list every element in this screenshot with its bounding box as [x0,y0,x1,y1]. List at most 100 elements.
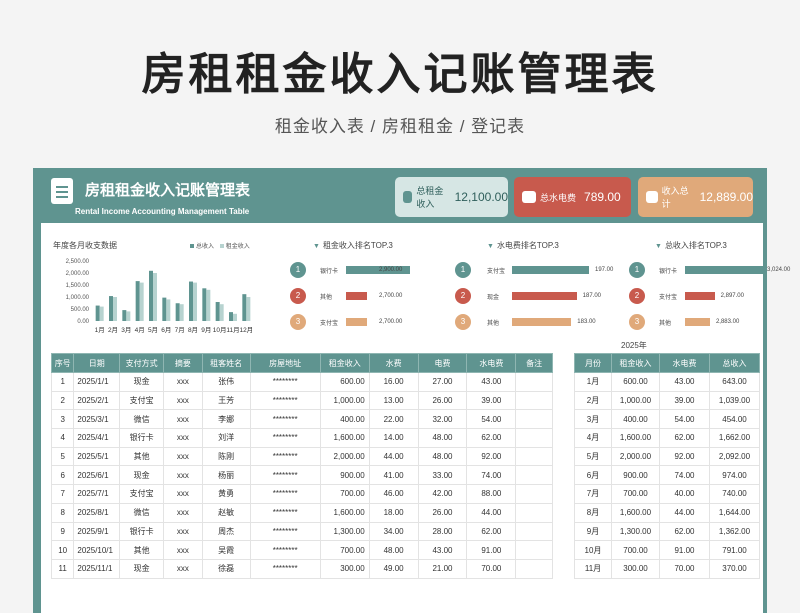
table-cell: 62.00 [659,428,710,448]
table-cell: 1,000.00 [319,390,370,411]
rank-value: 197.00 [595,267,614,273]
table-cell: 2,092.00 [709,446,760,467]
table-cell [515,502,553,523]
table-cell: 4 [50,428,75,448]
table-cell: 8 [50,502,75,523]
rank-label: 银行卡 [320,269,339,275]
table-cell: 7月 [574,484,612,504]
rank-value: 2,883.00 [715,319,740,325]
rank-bar [685,318,710,326]
table-cell: 41.00 [368,465,419,486]
column-header: 序号 [50,353,75,373]
x-tick-label: 4月 [135,326,145,334]
table-cell: 48.00 [417,446,468,467]
table-row: 9 2025/9/1 银行卡 xxx 周杰 ******** 1,300.00 34.00 28… [50,521,553,542]
table-cell: 支付宝 [119,484,164,504]
table-cell: 11月 [574,558,612,579]
table-cell: 5 [50,446,75,467]
table-cell: 600.00 [319,372,370,392]
table-cell: 1,000.00 [611,390,660,411]
table-cell: ******** [249,540,321,560]
table-cell: 32.00 [417,409,468,430]
table-cell: xxx [162,409,203,430]
rank-bar [685,292,715,300]
table-cell: xxx [162,540,203,560]
table-cell: 李娜 [201,409,251,430]
table-cell [515,465,553,486]
x-tick-label: 1月 [95,326,105,334]
column-header: 租金收入 [611,353,660,373]
table-cell [515,558,553,579]
legend-label: 租金收入 [225,244,250,250]
y-tick-label: 1,500.00 [66,283,90,289]
table-cell: 74.00 [659,465,710,486]
card-label: 总水电费 [540,192,577,203]
table-cell: 27.00 [417,372,468,392]
table-cell: 6 [50,465,75,486]
table-cell: 10 [50,540,75,560]
legend-swatch [219,243,224,248]
ledger-sheet: 房租租金收入记账管理表 Rental Income Accounting Man… [33,168,790,613]
table-cell: xxx [162,446,203,467]
table-cell: 700.00 [611,484,660,504]
table-cell: 39.00 [466,390,517,411]
table-cell: 2025/8/1 [73,502,121,523]
table-cell: 2,000.00 [319,446,370,467]
table-cell: 88.00 [466,484,517,504]
rank-label: 现金 [487,295,500,301]
summary-row: 7月 700.00 40.00 740.00 [574,484,760,504]
column-header: 月份 [574,353,612,373]
rank-bar [512,318,572,326]
table-cell: 3月 [574,409,612,430]
card-value: 12,889.00 [699,190,753,204]
table-cell: 1,662.00 [709,428,760,448]
table-cell: 13.00 [368,390,419,411]
table-cell: 张伟 [201,372,251,392]
bar [233,313,237,321]
bar [229,312,233,321]
column-header: 摘要 [162,353,203,373]
column-header: 日期 [73,353,121,373]
x-tick-label: 12月 [239,326,253,334]
table-cell: xxx [162,428,203,448]
summary-row: 11月 300.00 70.00 370.00 [574,558,760,579]
table-cell: 1,300.00 [319,521,370,542]
table-cell: 22.00 [368,409,419,430]
table-cell: 42.00 [417,484,468,504]
table-cell: 2025/11/1 [73,558,121,579]
table-cell [515,521,553,542]
column-header: 租金收入 [319,353,370,373]
table-cell: 1,600.00 [611,428,660,448]
table-cell: 陈刚 [201,446,251,467]
table-cell [515,372,553,392]
chart-title: 年度各月收支数据 [53,241,117,250]
table-cell: 54.00 [659,409,710,430]
rank-badge: 3 [290,314,306,330]
table-cell: 16.00 [368,372,419,392]
table-cell: 1,039.00 [709,390,760,411]
table-cell: 王芳 [201,390,251,411]
column-header: 租客姓名 [201,353,251,373]
table-cell: 徐磊 [201,558,251,579]
summary-row: 1月 600.00 43.00 643.00 [574,372,760,392]
rank-badge: 1 [629,262,645,278]
table-cell: 8月 [574,502,612,523]
card-value: 12,100.00 [454,190,508,204]
document-icon [51,178,73,204]
rank-bar [512,292,577,300]
bar [179,304,184,321]
table-cell: 91.00 [659,540,710,560]
table-cell: ******** [249,446,321,467]
rank-value: 183.00 [577,319,596,325]
table-cell: 10月 [574,540,612,560]
table-cell: 62.00 [466,428,517,448]
table-cell: 2025/2/1 [73,390,121,411]
table-cell: 44.00 [466,502,517,523]
table-cell: 43.00 [417,540,468,560]
rent-ledger-table: 序号 日期 支付方式 摘要 租客姓名 房屋地址 租金收入 水费 电费 水电费 备注 1 2025/1/… [50,353,553,579]
column-header: 电费 [417,353,468,373]
table-row: 2 2025/2/1 支付宝 xxx 王芳 ******** 1,000.00 13.00 26… [50,390,553,411]
y-tick-label: 2,500.00 [66,259,90,265]
bar [246,297,251,321]
table-cell: 62.00 [659,521,710,542]
